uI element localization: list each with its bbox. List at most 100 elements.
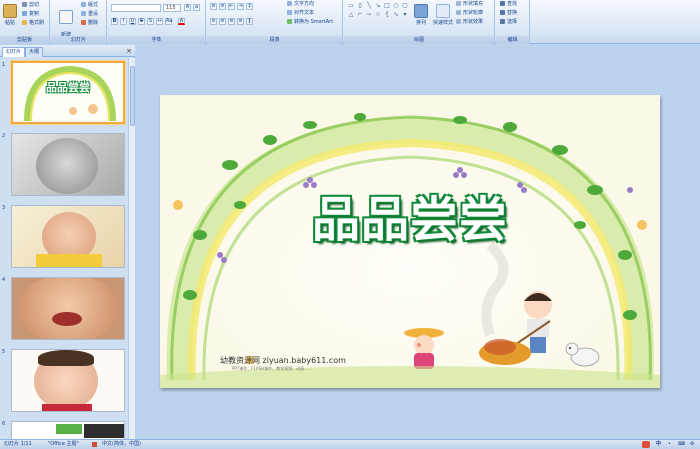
align-left-icon[interactable]: ≡ [210,18,217,25]
star-shape-icon[interactable]: ☆ [374,11,382,18]
close-icon[interactable]: × [126,47,132,55]
format-painter-button[interactable]: 格式刷 [22,20,44,27]
ime-punct-icon[interactable]: • [668,440,671,449]
slide-thumbnail-5[interactable] [11,349,125,412]
find-button[interactable]: 查找 [500,1,517,8]
more-shapes-icon[interactable]: ▾ [401,11,409,18]
food-photo [84,424,124,438]
align-center-icon[interactable]: ≡ [219,18,226,25]
italic-icon[interactable]: I [120,18,127,25]
tab-slides[interactable]: 幻灯片 [2,47,26,57]
align-text-button[interactable]: 对齐文本 [287,10,314,17]
ime-keyboard-icon[interactable]: ⌨ [678,440,685,449]
replace-icon [500,10,505,15]
slide-count: 幻灯片 1/11 [4,441,32,447]
cut-button[interactable]: 剪切 [22,2,39,9]
brace-shape-icon[interactable]: { [383,11,391,18]
oval-shape-icon[interactable]: ○ [392,2,400,9]
ime-settings-icon[interactable]: ⚙ [690,440,694,449]
shadow-icon[interactable]: S [147,18,154,25]
line-shape-icon[interactable]: ╲ [365,2,373,9]
line-spacing-icon[interactable]: ↕ [246,3,253,10]
status-bar: 幻灯片 1/11 "Office 主题" 中文(简体，中国) 中 • ⌨ ⚙ [0,439,700,449]
curve-shape-icon[interactable]: ∿ [392,11,400,18]
hair [38,350,94,366]
decrease-indent-icon[interactable]: ⇤ [228,3,235,10]
char-spacing-icon[interactable]: ↔ [156,18,163,25]
elbow-shape-icon[interactable]: ⌐ [356,11,364,18]
increase-indent-icon[interactable]: ⇥ [237,3,244,10]
underline-icon[interactable]: U [129,18,136,25]
font-group: 115 A a B I U S S ↔ Aa A 字体 [108,0,206,44]
new-slide-icon [59,10,73,24]
slide-thumbnail-3[interactable] [11,205,125,268]
bold-icon[interactable]: B [111,18,118,25]
scroll-thumb[interactable] [130,66,135,126]
theme-name[interactable]: "Office 主题" [48,440,79,449]
food-photo [56,424,82,434]
pane-scrollbar[interactable] [128,58,135,439]
smartart-button[interactable]: 转换为 SmartArt [287,19,333,26]
slide-title[interactable]: 品品尝尝 [160,180,660,250]
paste-button[interactable]: 粘贴 [2,2,18,26]
thumbnail-title: 品品尝尝 [46,81,90,94]
slide-number: 1 [2,62,6,68]
shape-outline-button[interactable]: 形状轮廓 [456,10,483,17]
effects-icon [456,19,461,24]
rectangle-shape-icon[interactable]: □ [383,2,391,9]
triangle-shape-icon[interactable]: △ [347,11,355,18]
right-arrow-shape-icon[interactable]: ⇨ [365,11,373,18]
textbox-shape-icon[interactable]: ▭ [347,2,355,9]
strikethrough-icon[interactable]: S [138,18,145,25]
slide-thumbnails[interactable]: 1 品品尝尝 2 3 4 5 6 [0,58,128,439]
shape-effects-button[interactable]: 形状效果 [456,19,483,26]
quick-styles-button[interactable]: 快速样式 [430,2,456,26]
tab-outline[interactable]: 大纲 [25,47,44,57]
font-group-label: 字体 [108,36,205,44]
text-direction-icon [287,1,292,6]
select-button[interactable]: 选择 [500,19,517,26]
layout-button[interactable]: 版式 [81,2,98,9]
ribbon: 粘贴 剪切 复制 格式刷 剪贴板 新建 幻灯片 版式 重设 删除 幻灯片 115… [0,0,700,45]
textbox-vertical-shape-icon[interactable]: ▯ [356,2,364,9]
reset-button[interactable]: 重设 [81,11,98,18]
copy-button[interactable]: 复制 [22,11,39,18]
slide-number: 4 [2,277,6,283]
delete-slide-button[interactable]: 删除 [81,20,98,27]
ime-indicator-icon[interactable] [642,441,650,448]
slide-thumbnail-4[interactable] [11,277,125,340]
rounded-rect-shape-icon[interactable]: ▢ [401,2,409,9]
slide-number: 5 [2,349,6,355]
slide-number: 3 [2,205,6,211]
shrink-font-icon[interactable]: a [193,4,200,11]
slide-thumbnail-2[interactable] [11,133,125,196]
language[interactable]: 中文(简体，中国) [102,440,141,449]
spellcheck-icon[interactable] [92,442,97,447]
numbering-icon[interactable]: ≡ [219,3,226,10]
font-color-icon[interactable]: A [178,18,185,25]
ime-chinese-icon[interactable]: 中 [656,440,661,449]
cursor-icon [500,19,505,24]
shape-fill-button[interactable]: 形状填充 [456,1,483,8]
slide-thumbnail-6[interactable] [11,421,125,439]
slide-canvas[interactable]: 品品尝尝 幼教资源网 ziyuan.baby611.com PPT课件、FLAS… [160,95,660,388]
align-right-icon[interactable]: ≡ [228,18,235,25]
font-size-box[interactable]: 115 [163,4,181,12]
drawing-group: ▭ ▯ ╲ ↘ □ ○ ▢ △ ⌐ ⇨ ☆ { ∿ ▾ 排列 快速样式 形状填充… [344,0,495,44]
justify-icon[interactable]: ≡ [237,18,244,25]
arrange-button[interactable]: 排列 [412,2,430,26]
slides-group-label: 幻灯片 [51,36,106,44]
arrow-shape-icon[interactable]: ↘ [374,2,382,9]
slides-group: 新建 幻灯片 版式 重设 删除 幻灯片 [51,0,107,45]
bullets-icon[interactable]: ≡ [210,3,217,10]
grow-font-icon[interactable]: A [184,4,191,11]
arrange-icon [414,4,428,18]
text-direction-button[interactable]: 文字方向 [287,1,314,8]
change-case-icon[interactable]: Aa [165,18,172,25]
font-name-box[interactable] [111,4,161,12]
columns-icon[interactable]: ‖ [246,18,253,25]
pane-tabs: 幻灯片 大纲 × [0,45,135,57]
replace-button[interactable]: 替换 [500,10,517,17]
clipboard-group: 粘贴 剪切 复制 格式刷 剪贴板 [0,0,50,44]
slide-thumbnail-1[interactable]: 品品尝尝 [11,61,125,124]
